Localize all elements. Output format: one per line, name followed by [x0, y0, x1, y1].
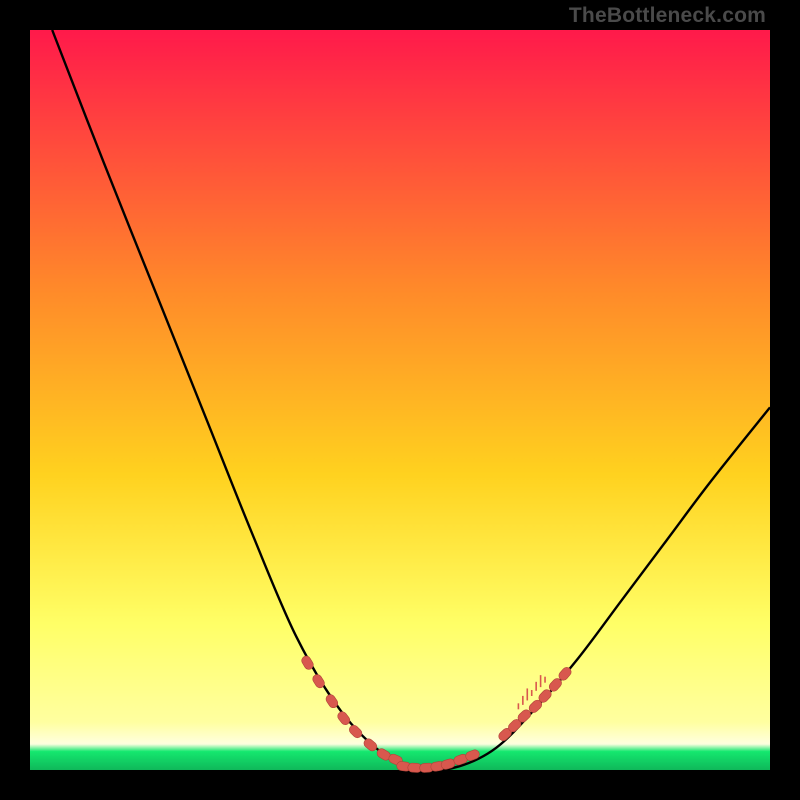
chart-frame — [30, 30, 770, 770]
curve-marker — [336, 710, 352, 727]
bottleneck-curve — [52, 30, 770, 771]
curve-marker — [347, 723, 363, 739]
chart-svg-layer — [30, 30, 770, 770]
watermark-text: TheBottleneck.com — [569, 4, 766, 28]
